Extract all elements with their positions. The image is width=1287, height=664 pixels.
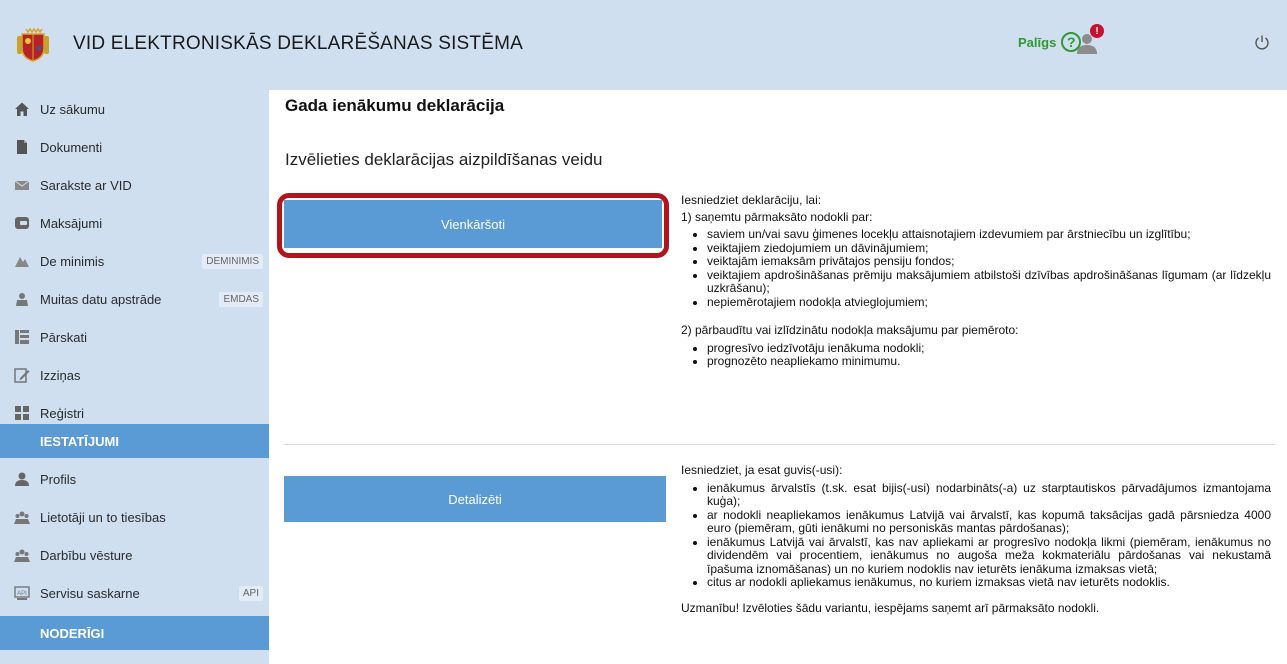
list-item: ienākumus Latvijā vai ārvalstī, kas nav …: [707, 535, 1271, 577]
envelope-icon: [14, 180, 30, 190]
sidebar-section-useful: NODERĪGI: [0, 616, 269, 650]
simple-option-description: Iesniedziet deklarāciju, lai: 1) saņemtu…: [681, 193, 1271, 369]
list-item: progresīvo iedzīvotāju ienākuma nodokli;: [707, 341, 1271, 356]
sidebar-item-correspondence[interactable]: Sarakste ar VID: [0, 166, 269, 204]
list-item: veiktajiem ziedojumiem un dāvinājumiem;: [707, 241, 1271, 256]
help-label: Palīgs: [1018, 34, 1057, 50]
sidebar: Uz sākumu Dokumenti Sarakste ar VID Maks…: [0, 90, 269, 664]
sidebar-item-tag: API: [238, 585, 263, 601]
sidebar-item-documents[interactable]: Dokumenti: [0, 128, 269, 166]
sidebar-item-label: Dokumenti: [40, 139, 103, 155]
history-icon: [14, 549, 30, 562]
detailed-intro: Iesniedziet, ja esat guvis(-usi):: [681, 463, 843, 477]
detailed-declaration-button[interactable]: Detalizēti: [284, 476, 666, 522]
reports-icon: [15, 330, 29, 344]
sidebar-item-reports[interactable]: Pārskati: [0, 318, 269, 356]
simple-point-2: 2) pārbaudītu vai izlīdzinātu nodokļa ma…: [681, 323, 1019, 337]
sidebar-item-tag: DEMINIMIS: [202, 253, 263, 269]
sidebar-item-profile[interactable]: Profils: [0, 460, 269, 498]
sidebar-item-label: Darbību vēsture: [40, 547, 133, 563]
svg-text:API: API: [17, 591, 27, 597]
list-item: veiktajām iemaksām privātajos pensiju fo…: [707, 254, 1271, 269]
sidebar-section-settings: IESTATĪJUMI: [0, 424, 269, 458]
sidebar-item-label: Profils: [40, 471, 77, 487]
sidebar-item-history[interactable]: Darbību vēsture: [0, 536, 269, 574]
sidebar-item-label: Maksājumi: [40, 215, 103, 231]
detailed-list: ienākumus ārvalstīs (t.sk. esat bijis(-u…: [681, 481, 1271, 590]
sidebar-item-certificates[interactable]: Izziņas: [0, 356, 269, 394]
list-item: veiktajiem apdrošināšanas prēmiju maksāj…: [707, 268, 1271, 296]
app-header: VID ELEKTRONISKĀS DEKLARĒŠANAS SISTĒMA P…: [0, 0, 1287, 90]
simple-point-1: 1) saņemtu pārmaksāto nodokli par:: [681, 209, 873, 224]
users-icon: [14, 511, 30, 524]
list-item: nepiemērotajiem nodokļa atvieglojumiem;: [707, 295, 1271, 310]
list-item: ar nodokli neapliekamos ienākumus Latvij…: [707, 508, 1271, 536]
notification-badge[interactable]: !: [1090, 24, 1104, 38]
sidebar-item-api[interactable]: API Servisu saskarne API: [0, 574, 269, 612]
sidebar-item-label: Lietotāji un to tiesības: [40, 509, 166, 525]
sidebar-item-home[interactable]: Uz sākumu: [0, 90, 269, 128]
sidebar-item-label: Reģistri: [40, 405, 85, 421]
sidebar-item-label: Sarakste ar VID: [40, 177, 132, 193]
document-icon: [17, 140, 27, 154]
registers-icon: [15, 406, 29, 420]
help-link[interactable]: Palīgs ?: [1018, 32, 1082, 52]
sidebar-item-de-minimis[interactable]: De minimis DEMINIMIS: [0, 242, 269, 280]
page-subtitle: Izvēlieties deklarācijas aizpildīšanas v…: [285, 150, 603, 169]
list-item: citus ar nodokli apliekamus ienākumus, n…: [707, 575, 1271, 590]
detailed-option-description: Iesniedziet, ja esat guvis(-usi): ienāku…: [681, 463, 1271, 615]
list-item: ienākumus ārvalstīs (t.sk. esat bijis(-u…: [707, 481, 1271, 509]
payment-icon: [15, 217, 29, 229]
sidebar-item-label: Izziņas: [40, 367, 81, 383]
simple-declaration-button[interactable]: Vienkāršoti: [284, 200, 662, 248]
detailed-note: Uzmanību! Izvēloties šādu variantu, iesp…: [681, 600, 1100, 615]
certificate-icon: [14, 368, 30, 383]
sidebar-item-label: De minimis: [40, 253, 105, 269]
list-item: saviem un/vai savu ģimenes locekļu attai…: [707, 227, 1271, 242]
customs-icon: [16, 293, 28, 306]
sidebar-item-label: Uz sākumu: [40, 101, 106, 117]
sidebar-item-label: Muitas datu apstrāde: [40, 291, 162, 307]
sidebar-item-tag: EMDAS: [219, 291, 263, 307]
coat-of-arms-logo-icon[interactable]: [16, 26, 50, 62]
api-icon: API: [14, 586, 30, 600]
sidebar-item-customs[interactable]: Muitas datu apstrāde EMDAS: [0, 280, 269, 318]
sidebar-item-users[interactable]: Lietotāji un to tiesības: [0, 498, 269, 536]
app-title: VID ELEKTRONISKĀS DEKLARĒŠANAS SISTĒMA: [73, 33, 524, 54]
home-icon: [15, 102, 29, 116]
sidebar-item-label: Pārskati: [40, 329, 87, 345]
power-logout-icon[interactable]: [1254, 34, 1270, 50]
page-title: Gada ienākumu deklarācija: [285, 96, 505, 115]
section-divider: [283, 444, 1275, 445]
sidebar-item-label: Servisu saskarne: [40, 585, 140, 601]
simple-point-1-list: saviem un/vai savu ģimenes locekļu attai…: [681, 227, 1271, 310]
list-item: prognozēto neapliekamo minimumu.: [707, 354, 1271, 369]
simple-point-2-list: progresīvo iedzīvotāju ienākuma nodokli;…: [681, 341, 1271, 369]
profile-icon: [15, 472, 29, 486]
sidebar-item-payments[interactable]: Maksājumi: [0, 204, 269, 242]
simple-intro: Iesniedziet deklarāciju, lai:: [681, 193, 822, 207]
de-minimis-icon: [15, 257, 29, 267]
